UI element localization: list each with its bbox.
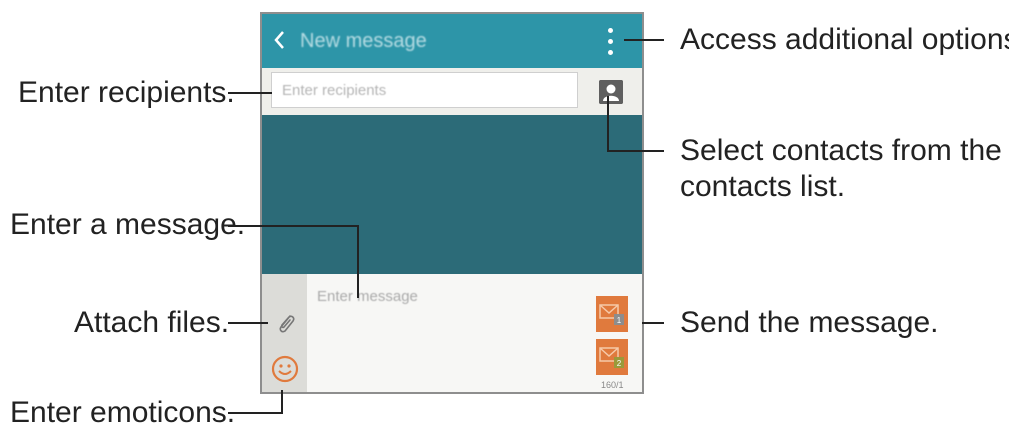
annotation-recipients: Enter recipients. [18,76,235,109]
annotation-attach: Attach files. [74,306,230,339]
annotation-contacts-line1: Select contacts from the [680,134,1002,167]
annotation-options: Access additional options. [680,23,1009,56]
callout-line-emoticons [228,390,283,414]
annotation-send: Send the message. [680,306,939,339]
callout-line-message [228,225,359,298]
annotation-message: Enter a message. [10,208,246,241]
annotation-emoticons: Enter emoticons. [10,396,236,429]
callout-line-contacts [607,96,664,152]
annotation-contacts-line2: contacts list. [680,170,846,203]
